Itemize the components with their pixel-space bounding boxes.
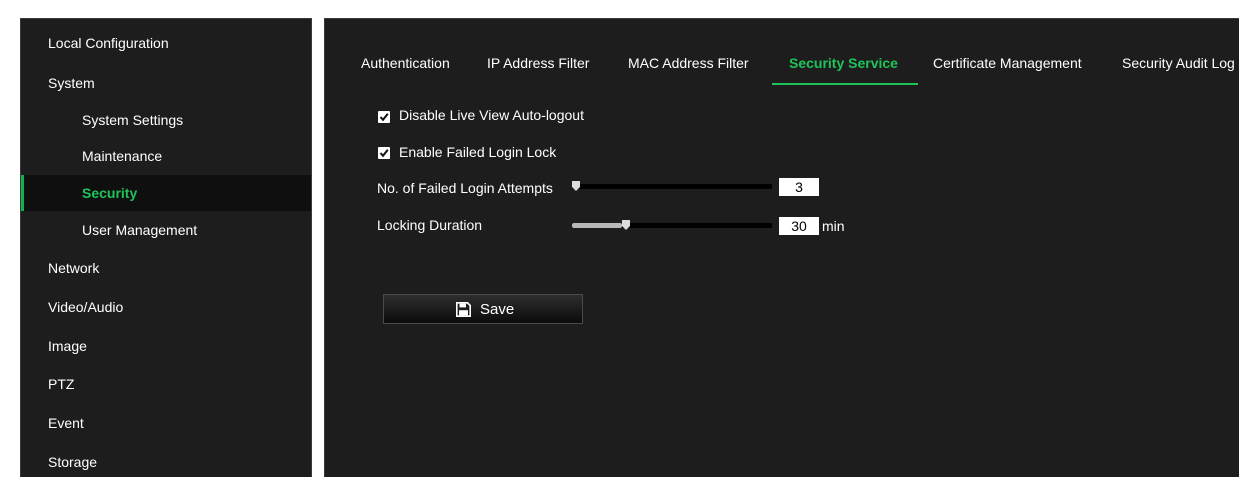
sidebar-item-system-settings[interactable]: System Settings — [21, 102, 311, 138]
sidebar-item-label: System Settings — [82, 112, 184, 128]
save-button[interactable]: Save — [383, 294, 583, 324]
sidebar-item-security[interactable]: Security — [21, 175, 311, 211]
sidebar-item-label: Maintenance — [82, 148, 163, 164]
enable-failed-login-lock-checkbox[interactable] — [378, 147, 390, 159]
tab-certificate-management[interactable]: Certificate Management — [933, 55, 1082, 71]
sidebar-item-user-management[interactable]: User Management — [21, 212, 311, 248]
sidebar-item-label: Storage — [48, 454, 98, 470]
sidebar-item-storage[interactable]: Storage — [21, 444, 311, 480]
locking-duration-unit: min — [822, 218, 845, 234]
sidebar-item-image[interactable]: Image — [21, 328, 311, 364]
sidebar-item-label: Image — [48, 338, 87, 354]
slider-fill — [572, 223, 622, 228]
sidebar-item-system[interactable]: System — [21, 65, 311, 101]
save-button-label: Save — [480, 301, 515, 318]
sidebar-nav: Local Configuration System System Settin… — [20, 18, 312, 477]
tab-authentication[interactable]: Authentication — [361, 55, 450, 71]
sidebar-item-label: Network — [48, 260, 100, 276]
enable-failed-login-lock-label: Enable Failed Login Lock — [399, 144, 557, 160]
tab-mac-address-filter[interactable]: MAC Address Filter — [628, 55, 749, 71]
sidebar-item-label: Local Configuration — [48, 35, 169, 51]
disable-live-view-autologout-label: Disable Live View Auto-logout — [399, 107, 584, 123]
sidebar-item-label: Video/Audio — [48, 299, 124, 315]
main-panel: Authentication IP Address Filter MAC Add… — [324, 18, 1239, 477]
sidebar-item-label: Event — [48, 415, 84, 431]
tab-security-service[interactable]: Security Service — [789, 55, 898, 71]
floppy-disk-icon — [456, 302, 471, 317]
active-tab-indicator — [772, 83, 918, 85]
tab-ip-address-filter[interactable]: IP Address Filter — [487, 55, 589, 71]
tab-security-audit-log[interactable]: Security Audit Log — [1122, 55, 1235, 71]
sidebar-item-label: Security — [82, 185, 138, 201]
checkmark-icon — [379, 149, 389, 158]
sidebar-item-network[interactable]: Network — [21, 250, 311, 286]
locking-duration-slider[interactable] — [572, 220, 772, 230]
disable-live-view-autologout-checkbox[interactable] — [378, 111, 390, 123]
sidebar-item-label: System — [48, 75, 95, 91]
sidebar-item-ptz[interactable]: PTZ — [21, 366, 311, 402]
sidebar-item-video-audio[interactable]: Video/Audio — [21, 289, 311, 325]
slider-thumb-icon[interactable] — [572, 181, 580, 191]
checkmark-icon — [379, 113, 389, 122]
sidebar-item-label: User Management — [82, 222, 198, 238]
sidebar-item-label: PTZ — [48, 376, 75, 392]
failed-login-attempts-value[interactable]: 3 — [779, 178, 819, 196]
failed-login-attempts-label: No. of Failed Login Attempts — [377, 180, 553, 196]
locking-duration-label: Locking Duration — [377, 217, 483, 233]
sidebar-item-event[interactable]: Event — [21, 405, 311, 441]
sidebar-item-local-configuration[interactable]: Local Configuration — [21, 25, 311, 61]
locking-duration-value[interactable]: 30 — [779, 217, 819, 235]
sidebar-item-maintenance[interactable]: Maintenance — [21, 138, 311, 174]
failed-login-attempts-slider[interactable] — [572, 181, 772, 191]
slider-thumb-icon[interactable] — [622, 220, 630, 230]
